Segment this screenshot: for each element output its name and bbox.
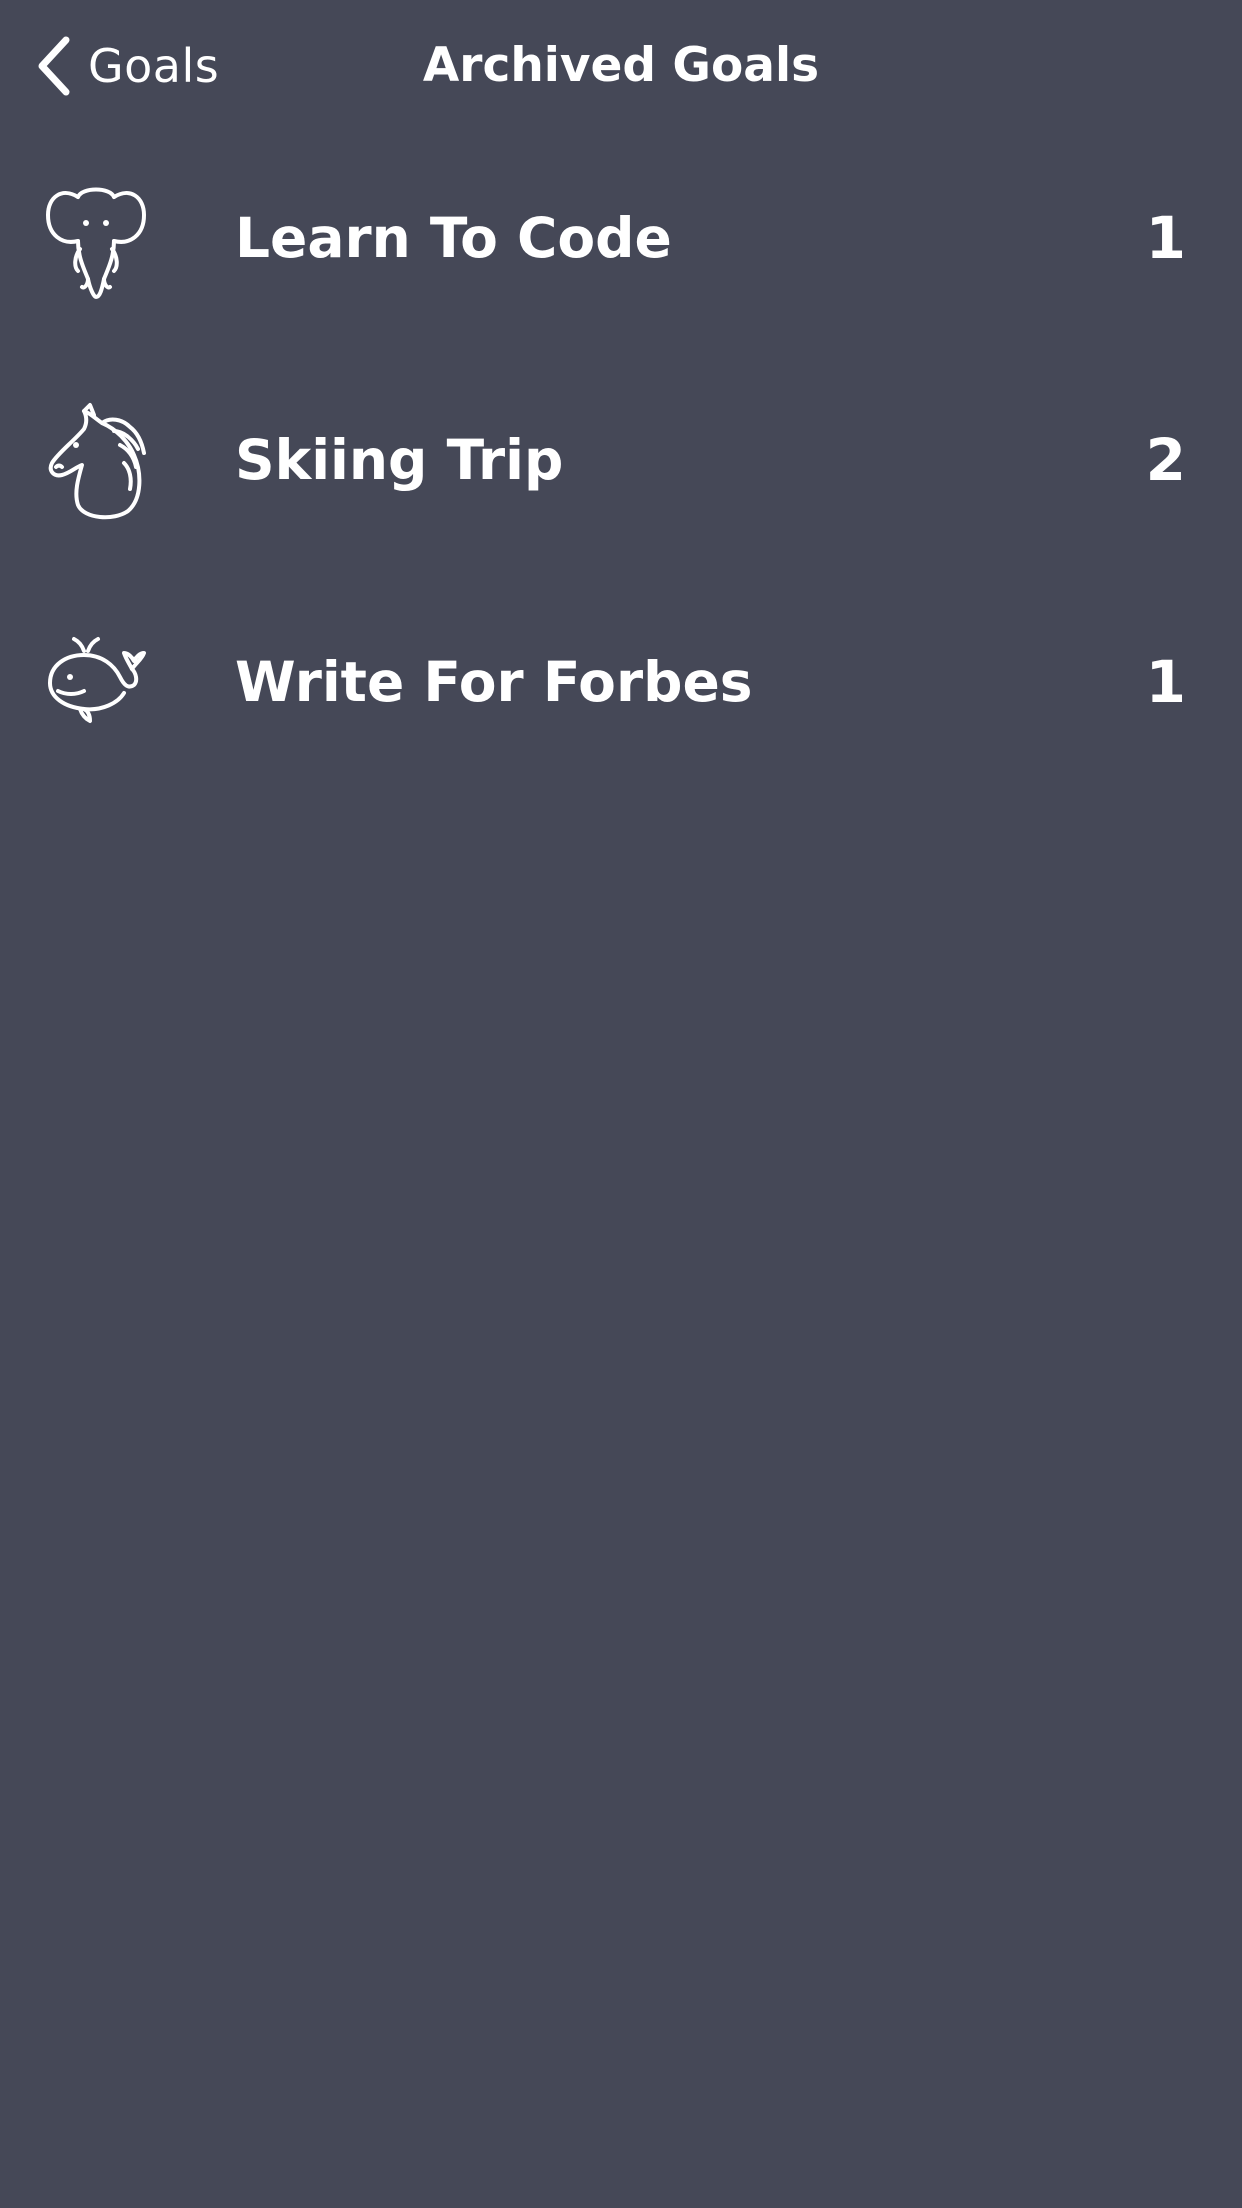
- goal-count: 1: [1145, 204, 1186, 272]
- navigation-bar: Goals Archived Goals: [0, 0, 1242, 132]
- goal-name: Write For Forbes: [235, 650, 753, 714]
- horse-icon: [44, 401, 148, 521]
- goal-row[interactable]: Skiing Trip 2: [0, 354, 1242, 576]
- goal-count: 1: [1145, 648, 1186, 716]
- goal-row[interactable]: Learn To Code 1: [0, 132, 1242, 354]
- goal-row[interactable]: Write For Forbes 1: [0, 576, 1242, 798]
- whale-icon: [44, 623, 148, 743]
- archived-goals-list: Learn To Code 1 Skiing Trip 2 Write For …: [0, 132, 1242, 798]
- goal-name: Skiing Trip: [235, 428, 564, 492]
- page-title: Archived Goals: [422, 38, 820, 93]
- elephant-icon: [44, 179, 148, 299]
- goal-count: 2: [1145, 426, 1186, 494]
- goal-name: Learn To Code: [235, 206, 672, 270]
